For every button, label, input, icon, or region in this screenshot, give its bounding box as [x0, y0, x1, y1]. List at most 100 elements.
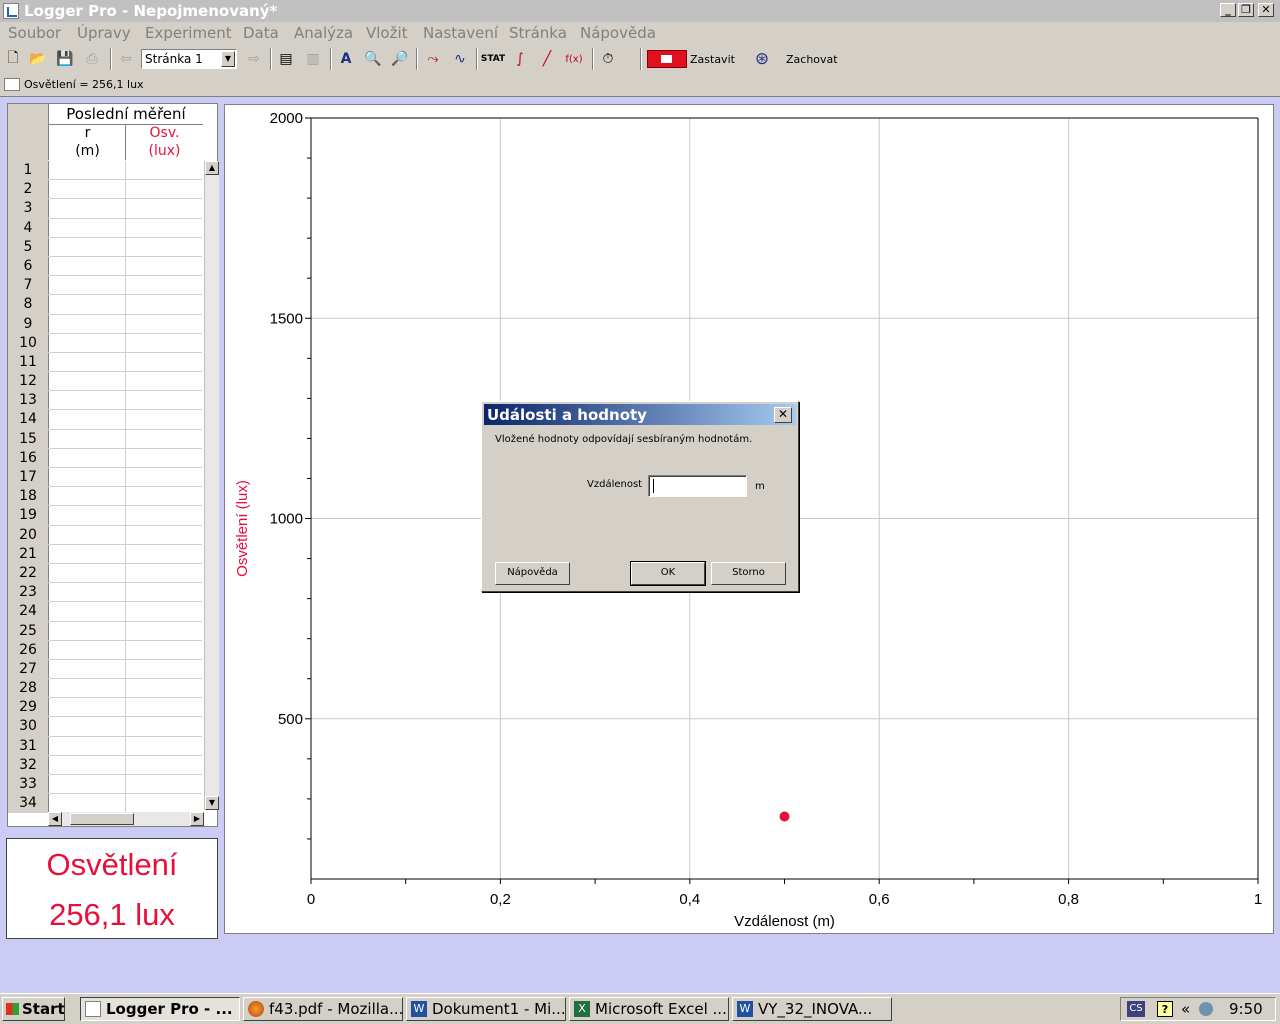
close-button[interactable]: ✕ [1258, 3, 1274, 17]
cell-osv[interactable] [125, 449, 202, 467]
cell-osv[interactable] [125, 430, 202, 448]
menu-napoveda[interactable]: Nápověda [580, 24, 656, 42]
row-number[interactable]: 22 [8, 563, 49, 583]
keep-label[interactable]: Zachovat [786, 53, 838, 66]
table-row[interactable]: 8 [8, 295, 202, 315]
save-icon[interactable]: 💾 [55, 49, 75, 69]
data-point[interactable] [779, 811, 790, 822]
row-number[interactable]: 24 [8, 602, 49, 621]
cancel-button[interactable]: Storno [711, 562, 786, 585]
cell-osv[interactable] [125, 698, 202, 716]
table-row[interactable]: 18 [8, 487, 202, 507]
menu-data[interactable]: Data [243, 24, 279, 42]
data-table[interactable]: Poslední měření r (m) Osv. (lux) 1234567… [7, 103, 219, 827]
help-icon[interactable]: ? [1157, 1001, 1173, 1017]
cell-osv[interactable] [125, 199, 202, 217]
row-number[interactable]: 25 [8, 621, 49, 640]
cell-osv[interactable] [125, 756, 202, 774]
row-number[interactable]: 1 [8, 161, 49, 180]
table-row[interactable]: 11 [8, 352, 202, 373]
table-row[interactable]: 20 [8, 525, 202, 545]
cell-r[interactable] [48, 544, 126, 563]
cell-r[interactable] [48, 333, 126, 352]
cell-r[interactable] [48, 679, 126, 698]
cell-r[interactable] [48, 295, 126, 314]
cell-r[interactable] [48, 621, 126, 640]
cell-osv[interactable] [125, 219, 202, 237]
cell-r[interactable] [48, 391, 126, 410]
cell-r[interactable] [48, 525, 126, 544]
zoom-out-icon[interactable]: 🔎 [390, 49, 410, 69]
cell-r[interactable] [48, 276, 126, 295]
y-axis-label[interactable]: Osvětlení (lux) [234, 480, 251, 577]
statistics-icon[interactable]: STAT [481, 49, 505, 69]
row-number[interactable]: 12 [8, 372, 49, 391]
row-number[interactable]: 26 [8, 640, 49, 659]
task-word-doc[interactable]: W VY_32_INOVA... [732, 997, 892, 1021]
row-number[interactable]: 19 [8, 506, 49, 525]
ok-button[interactable]: OK [630, 561, 706, 586]
cell-osv[interactable] [125, 372, 202, 390]
table-row[interactable]: 12 [8, 372, 202, 392]
scroll-thumb[interactable] [70, 813, 134, 825]
table-row[interactable]: 17 [8, 468, 202, 488]
cell-r[interactable] [48, 583, 126, 602]
cell-r[interactable] [48, 563, 126, 583]
cell-osv[interactable] [125, 564, 202, 582]
cell-r[interactable] [48, 256, 126, 276]
expand-tray-icon[interactable]: « [1181, 1000, 1190, 1018]
menu-vlozit[interactable]: Vložit [366, 24, 408, 42]
cell-r[interactable] [48, 775, 126, 794]
cell-osv[interactable] [125, 468, 202, 486]
cell-osv[interactable] [125, 794, 202, 812]
cell-osv[interactable] [125, 410, 202, 428]
cell-osv[interactable] [125, 487, 202, 505]
distance-input[interactable] [648, 475, 747, 497]
cell-osv[interactable] [125, 506, 202, 524]
cell-r[interactable] [48, 410, 126, 429]
task-firefox[interactable]: f43.pdf - Mozilla... [243, 997, 403, 1021]
row-number[interactable]: 5 [8, 237, 49, 256]
zoom-in-icon[interactable]: 🔍 [363, 49, 383, 69]
row-number[interactable]: 18 [8, 487, 49, 506]
table-row[interactable]: 27 [8, 659, 202, 680]
row-number[interactable]: 16 [8, 448, 49, 467]
table-row[interactable]: 5 [8, 237, 202, 257]
table-row[interactable]: 15 [8, 429, 202, 449]
cell-osv[interactable] [125, 679, 202, 697]
cell-osv[interactable] [125, 295, 202, 313]
cell-osv[interactable] [125, 545, 202, 563]
cell-r[interactable] [48, 237, 126, 256]
row-number[interactable]: 6 [8, 256, 49, 276]
previous-page-icon[interactable]: ⇦ [116, 49, 136, 69]
cell-r[interactable] [48, 468, 126, 487]
horizontal-scrollbar[interactable]: ◀ ▶ [48, 812, 204, 826]
column-icon[interactable]: ▥ [303, 49, 323, 69]
table-row[interactable]: 33 [8, 775, 202, 795]
table-row[interactable]: 32 [8, 755, 202, 775]
examine-icon[interactable]: ⤳ [423, 49, 443, 69]
table-row[interactable]: 3 [8, 199, 202, 219]
row-number[interactable]: 29 [8, 698, 49, 717]
table-view-icon[interactable]: ▤ [276, 49, 296, 69]
cell-osv[interactable] [125, 717, 202, 735]
language-indicator[interactable]: CS [1127, 1001, 1145, 1017]
task-logger-pro[interactable]: Logger Pro - ... [80, 997, 240, 1021]
menu-upravy[interactable]: Úpravy [77, 24, 131, 42]
column-header-osv[interactable]: Osv. (lux) [125, 124, 203, 160]
clock[interactable]: 9:50 [1229, 1000, 1263, 1018]
cell-r[interactable] [48, 659, 126, 679]
table-row[interactable]: 2 [8, 180, 202, 200]
row-number[interactable]: 27 [8, 659, 49, 679]
table-row[interactable]: 28 [8, 679, 202, 699]
cell-r[interactable] [48, 218, 126, 237]
cell-osv[interactable] [125, 315, 202, 333]
menu-soubor[interactable]: Soubor [8, 24, 61, 42]
cell-osv[interactable] [125, 641, 202, 659]
minimize-button[interactable]: _ [1220, 3, 1236, 17]
row-number[interactable]: 9 [8, 314, 49, 333]
cell-r[interactable] [48, 698, 126, 717]
table-row[interactable]: 10 [8, 333, 202, 353]
restore-button[interactable]: ❐ [1238, 3, 1254, 17]
page-select[interactable]: Stránka 1 ▼ [141, 49, 237, 69]
